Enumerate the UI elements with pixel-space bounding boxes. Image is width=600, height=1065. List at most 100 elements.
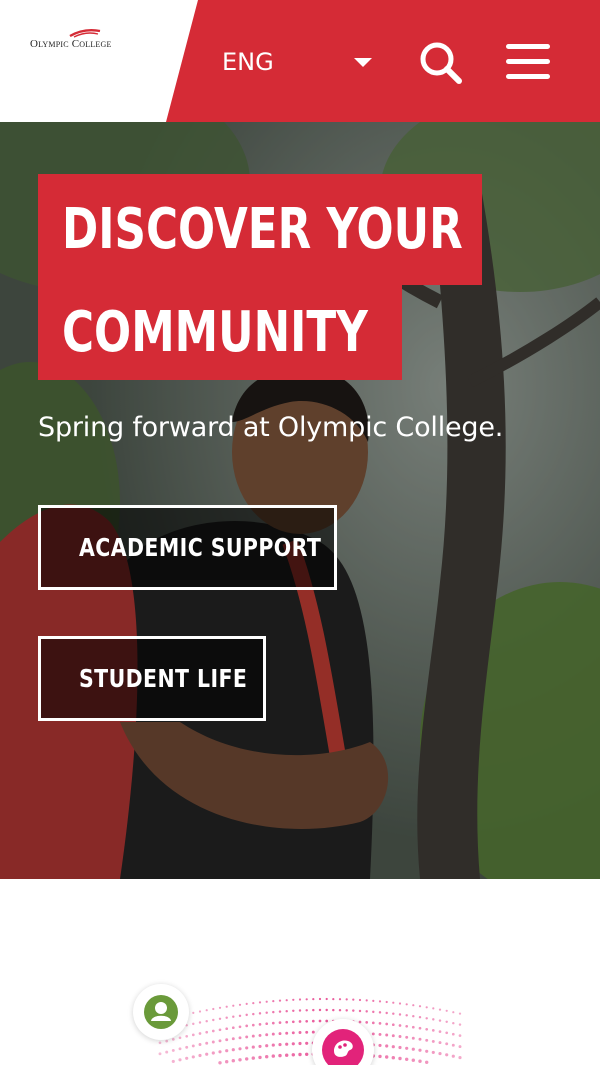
decoration-dot — [271, 1043, 275, 1047]
headline-text-2: COMMUNITY — [62, 300, 368, 365]
decoration-dot — [411, 1047, 415, 1051]
decoration-dot — [225, 1060, 229, 1064]
decoration-dot — [298, 1041, 302, 1046]
decoration-dot — [272, 1010, 275, 1014]
decoration-dot — [458, 1034, 462, 1037]
decoration-dot — [265, 1044, 269, 1048]
decoration-dot — [205, 1019, 208, 1023]
decoration-dot — [258, 1023, 262, 1026]
decoration-dot — [185, 1056, 189, 1060]
decoration-dot — [411, 1025, 415, 1029]
decoration-dot — [198, 1021, 202, 1024]
decoration-dot — [185, 1045, 189, 1049]
decoration-dot — [445, 1031, 449, 1035]
decoration-dot — [398, 1045, 402, 1050]
decoration-dot — [451, 1032, 455, 1036]
decoration-dot — [225, 1049, 229, 1053]
decoration-dot — [398, 1035, 402, 1038]
decoration-dot — [298, 998, 302, 1001]
decoration-dot — [178, 1047, 182, 1051]
decoration-dot — [225, 1016, 228, 1019]
decoration-dot — [238, 1036, 242, 1040]
decoration-dot — [205, 1041, 209, 1045]
decoration-dot — [285, 1009, 288, 1013]
decoration-dot — [338, 1008, 342, 1012]
academic-support-label: ACADEMIC SUPPORT — [79, 533, 322, 562]
decoration-dot — [171, 1059, 175, 1063]
decoration-dot — [365, 1010, 368, 1013]
decoration-dot — [231, 1037, 235, 1041]
decoration-dot — [205, 1052, 209, 1056]
decoration-dot — [332, 1008, 335, 1012]
language-select[interactable]: ENG — [222, 44, 378, 80]
academic-support-button[interactable]: ACADEMIC SUPPORT — [38, 505, 337, 590]
decoration-dot — [418, 1037, 422, 1041]
decoration-dot — [285, 1053, 289, 1057]
olympic-college-logo[interactable]: Olympic College — [28, 28, 138, 58]
decoration-dot — [391, 1034, 395, 1038]
decoration-dot — [332, 998, 335, 1001]
decoration-dot — [378, 1054, 382, 1059]
decoration-dot — [245, 1046, 249, 1050]
decoration-dot — [211, 1051, 215, 1055]
decoration-dot — [398, 1024, 402, 1027]
features-section — [0, 879, 600, 1065]
decoration-dot — [391, 1023, 395, 1027]
decoration-dot — [238, 1058, 242, 1062]
decoration-dot — [165, 1050, 169, 1054]
decoration-dot — [291, 1031, 295, 1035]
decoration-dot — [385, 1022, 389, 1026]
decoration-dot — [298, 1020, 302, 1023]
hamburger-menu-icon — [506, 44, 550, 79]
search-button[interactable] — [418, 40, 464, 86]
decoration-dot — [271, 1032, 275, 1036]
language-label: ENG — [222, 48, 274, 76]
decoration-dot — [445, 1053, 449, 1057]
decoration-dot — [305, 1009, 308, 1012]
decoration-dot — [345, 998, 348, 1001]
decoration-dot — [225, 1027, 229, 1031]
decoration-dot — [451, 1043, 455, 1047]
decoration-dot — [191, 1055, 195, 1059]
decoration-dot — [418, 1015, 422, 1019]
decoration-dot — [438, 1030, 442, 1033]
decoration-dot — [451, 1054, 455, 1058]
decoration-dot — [305, 998, 308, 1001]
decoration-dot — [458, 1045, 462, 1049]
decoration-dot — [298, 1031, 302, 1034]
decoration-dot — [231, 1059, 235, 1063]
decoration-dot — [345, 1009, 348, 1012]
decoration-dot — [385, 1011, 388, 1015]
menu-button[interactable] — [504, 42, 552, 82]
decoration-dot — [378, 1022, 382, 1025]
decoration-dot — [391, 1056, 395, 1060]
decoration-dot — [398, 1056, 402, 1061]
decoration-dot — [325, 997, 328, 1001]
decoration-dot — [251, 1034, 255, 1038]
palette-icon-badge[interactable] — [312, 1019, 374, 1065]
decoration-dot — [432, 1018, 435, 1021]
decoration-dot — [385, 1033, 389, 1037]
decoration-dot — [425, 1006, 428, 1009]
person-icon-badge[interactable] — [133, 984, 189, 1040]
decoration-dot — [398, 1002, 402, 1005]
decoration-dot — [291, 1042, 295, 1046]
decoration-dot — [378, 1011, 382, 1014]
decoration-dot — [285, 999, 288, 1002]
student-life-button[interactable]: STUDENT LIFE — [38, 636, 266, 721]
decoration-dot — [458, 1023, 462, 1026]
decoration-dot — [385, 1055, 389, 1059]
decoration-dot — [278, 1021, 282, 1024]
decoration-dot — [218, 1061, 222, 1065]
decoration-dot — [278, 1010, 282, 1013]
decoration-dot — [445, 1042, 449, 1046]
decoration-dot — [392, 1012, 395, 1015]
decoration-dot — [225, 1038, 229, 1042]
decoration-dot — [318, 1008, 322, 1012]
decoration-dot — [232, 1015, 235, 1018]
decoration-dot — [405, 1035, 409, 1039]
decoration-dot — [292, 998, 295, 1001]
decoration-dot — [218, 1017, 222, 1021]
decoration-dot — [251, 1045, 255, 1049]
decoration-dot — [385, 1000, 388, 1004]
